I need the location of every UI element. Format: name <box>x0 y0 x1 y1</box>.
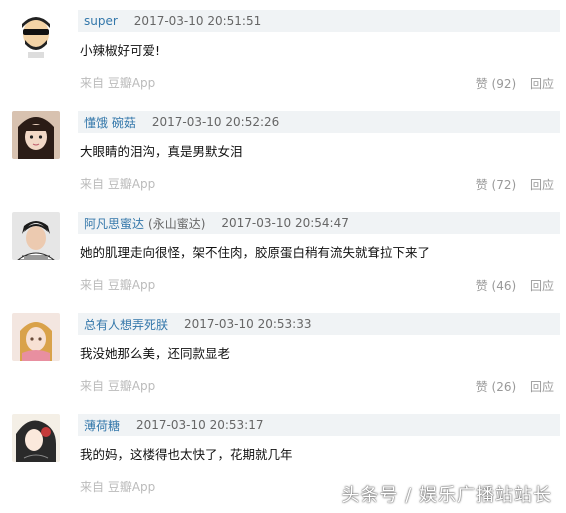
timestamp: 2017-03-10 20:53:33 <box>184 317 312 331</box>
like-button[interactable]: 赞 (26) <box>476 380 516 394</box>
avatar[interactable] <box>12 111 60 159</box>
comment-source: 来自 豆瓣App <box>80 276 155 293</box>
source-app: 豆瓣App <box>107 379 156 393</box>
anime-photo-icon <box>12 313 60 361</box>
timestamp: 2017-03-10 20:53:17 <box>136 418 264 432</box>
timestamp: 2017-03-10 20:51:51 <box>133 14 262 28</box>
timestamp: 2017-03-10 20:52:26 <box>151 115 280 129</box>
comment-text: 我的妈，这楼得也太快了，花期就几年 <box>80 447 293 462</box>
comment-header: 薄荷糖 2017-03-10 20:53:17 <box>78 414 560 436</box>
source-prefix: 来自 <box>80 76 105 90</box>
reply-button[interactable]: 回应 <box>530 77 554 91</box>
comment-text: 小辣椒好可爱! <box>80 43 161 58</box>
comment-text: 我没她那么美，还同款显老 <box>80 346 231 361</box>
comment-header: 阿凡思蜜达 (永山蜜达) 2017-03-10 20:54:47 <box>78 212 560 234</box>
comment-text: 她的肌理走向很怪，架不住肉，胶原蛋白稍有流失就耷拉下来了 <box>80 245 431 260</box>
like-button[interactable]: 赞 (92) <box>476 77 516 91</box>
source-app: 豆瓣App <box>107 76 156 90</box>
comment-item: 懂饿 碗菇 2017-03-10 20:52:26 大眼睛的泪沟，真是男默女泪 … <box>0 101 566 202</box>
boy-photo-icon <box>12 212 60 260</box>
comment-header: 懂饿 碗菇 2017-03-10 20:52:26 <box>78 111 560 133</box>
source-app: 豆瓣App <box>107 480 156 494</box>
avatar[interactable] <box>12 212 60 260</box>
like-button[interactable]: 赞 (72) <box>476 178 516 192</box>
bearded-man-icon <box>12 10 60 58</box>
comment-source: 来自 豆瓣App <box>80 175 155 192</box>
username-link[interactable]: 薄荷糖 <box>84 417 120 434</box>
comment-item: super 2017-03-10 20:51:51 小辣椒好可爱! 来自 豆瓣A… <box>0 0 566 101</box>
illustration-photo-icon <box>12 414 60 462</box>
comment-text: 大眼睛的泪沟，真是男默女泪 <box>80 144 243 159</box>
source-app: 豆瓣App <box>107 278 156 292</box>
comment-item: 阿凡思蜜达 (永山蜜达) 2017-03-10 20:54:47 她的肌理走向很… <box>0 202 566 303</box>
comment-actions: 赞 (46) 回应 <box>476 277 554 294</box>
comment-source: 来自 豆瓣App <box>80 377 155 394</box>
user-handle: (永山蜜达) <box>148 216 206 231</box>
comment-header: 总有人想弄死朕 2017-03-10 20:53:33 <box>78 313 560 335</box>
comment-actions: 赞 (72) 回应 <box>476 176 554 193</box>
source-prefix: 来自 <box>80 278 105 292</box>
girl-photo-icon <box>12 111 60 159</box>
avatar[interactable] <box>12 10 60 58</box>
reply-button[interactable]: 回应 <box>530 279 554 293</box>
timestamp: 2017-03-10 20:54:47 <box>221 216 349 230</box>
comment-source: 来自 豆瓣App <box>80 478 155 495</box>
username-link[interactable]: 总有人想弄死朕 <box>84 316 168 333</box>
reply-button[interactable]: 回应 <box>530 380 554 394</box>
comment-header: super 2017-03-10 20:51:51 <box>78 10 560 32</box>
avatar[interactable] <box>12 414 60 462</box>
source-app: 豆瓣App <box>107 177 156 191</box>
source-prefix: 来自 <box>80 177 105 191</box>
comment-actions: 赞 (26) 回应 <box>476 378 554 395</box>
watermark: 头条号 / 娱乐广播站站长 <box>341 485 552 506</box>
source-prefix: 来自 <box>80 379 105 393</box>
username-link[interactable]: super <box>84 14 118 28</box>
like-button[interactable]: 赞 (46) <box>476 279 516 293</box>
comment-item: 总有人想弄死朕 2017-03-10 20:53:33 我没她那么美，还同款显老… <box>0 303 566 404</box>
source-prefix: 来自 <box>80 480 105 494</box>
username-link[interactable]: 懂饿 碗菇 <box>84 114 136 131</box>
comment-source: 来自 豆瓣App <box>80 74 155 91</box>
avatar[interactable] <box>12 313 60 361</box>
username-link[interactable]: 阿凡思蜜达 <box>84 215 144 232</box>
comment-actions: 赞 (92) 回应 <box>476 75 554 92</box>
reply-button[interactable]: 回应 <box>530 178 554 192</box>
